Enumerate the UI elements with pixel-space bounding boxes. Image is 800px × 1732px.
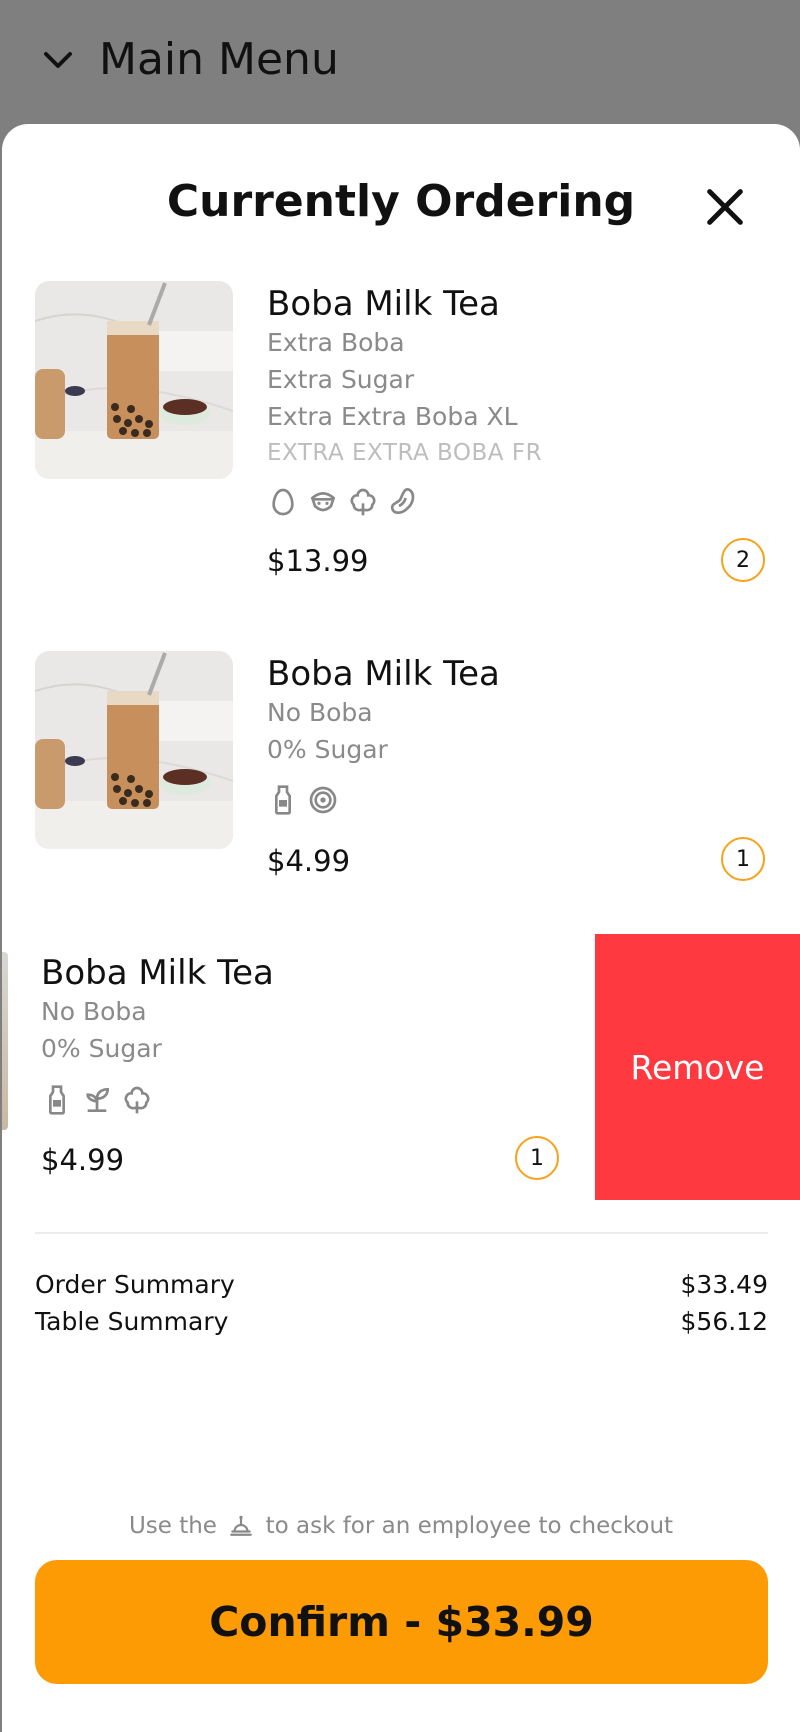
item-price: $13.99 xyxy=(267,544,369,578)
chevron-down-icon[interactable] xyxy=(40,42,76,78)
item-thumbnail xyxy=(35,281,233,479)
swirl-icon xyxy=(309,786,337,814)
bell-icon xyxy=(230,1515,253,1536)
tree-nut-icon xyxy=(350,488,376,516)
shellfish-icon xyxy=(310,492,336,512)
main-menu-title[interactable]: Main Menu xyxy=(99,34,339,85)
main-menu-bar[interactable]: Main Menu xyxy=(0,0,800,124)
confirm-button[interactable]: Confirm - $33.99 xyxy=(35,1560,768,1684)
allergen-icons xyxy=(267,784,339,816)
item-thumbnail-edge xyxy=(2,952,8,1130)
item-thumbnail xyxy=(35,651,233,849)
close-icon[interactable] xyxy=(702,184,748,230)
item-option: Extra Extra Boba XL xyxy=(267,402,518,431)
egg-icon xyxy=(272,488,294,516)
item-name: Boba Milk Tea xyxy=(267,654,500,694)
remove-button[interactable]: Remove xyxy=(595,934,800,1200)
sprout-icon xyxy=(86,1087,110,1112)
milk-bottle-icon xyxy=(49,1085,65,1115)
item-option: No Boba xyxy=(267,698,373,727)
tree-nut-icon xyxy=(124,1086,150,1114)
item-option: Extra Sugar xyxy=(267,365,415,394)
table-summary-value: $56.12 xyxy=(680,1307,768,1336)
item-name: Boba Milk Tea xyxy=(267,284,500,324)
order-summary-value: $33.49 xyxy=(680,1270,768,1299)
item-option: 0% Sugar xyxy=(267,735,388,764)
checkout-hint: Use the to ask for an employee to checko… xyxy=(2,1512,800,1539)
allergen-icons xyxy=(41,1084,153,1116)
bean-icon xyxy=(390,488,415,514)
divider xyxy=(35,1232,768,1234)
hint-text-before: Use the xyxy=(128,1513,217,1539)
quantity-badge[interactable]: 2 xyxy=(721,538,765,582)
item-option: Extra Boba xyxy=(267,328,405,357)
item-price: $4.99 xyxy=(41,1143,125,1177)
allergen-icons xyxy=(267,486,419,518)
item-option: 0% Sugar xyxy=(41,1034,162,1063)
order-summary-label: Order Summary xyxy=(35,1270,235,1299)
sheet-title: Currently Ordering xyxy=(166,176,636,227)
table-summary-label: Table Summary xyxy=(35,1307,229,1336)
item-price: $4.99 xyxy=(267,844,351,878)
item-option: No Boba xyxy=(41,997,147,1026)
order-sheet: Currently Ordering Boba Milk Tea Extra B… xyxy=(2,124,800,1732)
hint-text-after: to ask for an employee to checkout xyxy=(265,1513,674,1539)
milk-bottle-icon xyxy=(275,785,291,815)
quantity-badge[interactable]: 1 xyxy=(515,1136,559,1180)
quantity-badge[interactable]: 1 xyxy=(721,837,765,881)
item-name: Boba Milk Tea xyxy=(41,953,274,993)
item-option: EXTRA EXTRA BOBA FR xyxy=(267,440,543,466)
